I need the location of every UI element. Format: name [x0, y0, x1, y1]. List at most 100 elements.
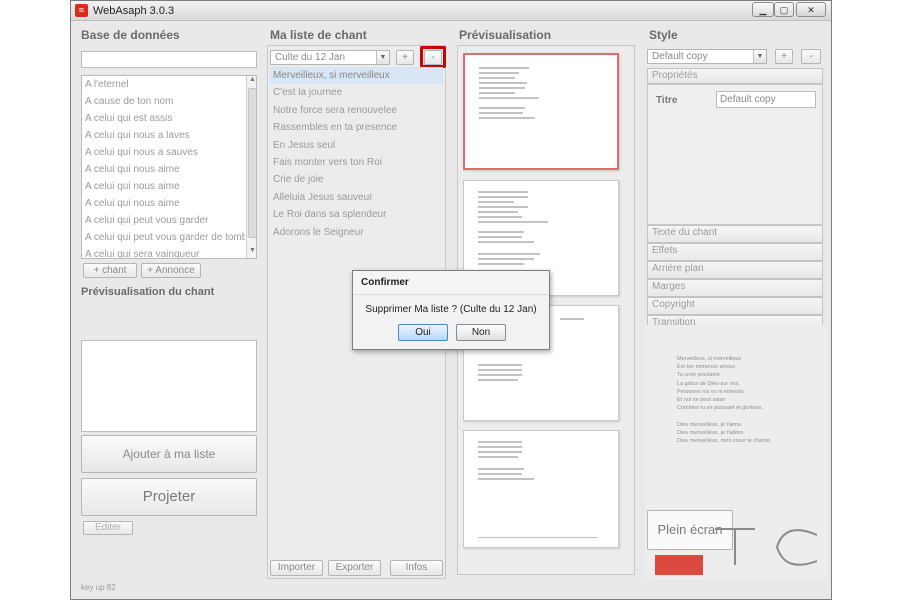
scroll-up-icon[interactable]: ▲: [248, 76, 256, 86]
add-announce-button[interactable]: + Annonce: [141, 263, 201, 278]
style-section-tab[interactable]: Effets: [647, 243, 823, 261]
style-preview-line: Merveilleux, si merveilleux: [677, 356, 742, 362]
dialog-title: Confirmer: [361, 277, 409, 288]
style-section-tab[interactable]: Copyright: [647, 297, 823, 315]
add-to-list-button[interactable]: Ajouter à ma liste: [81, 435, 257, 473]
maximize-icon: ▢: [779, 5, 789, 15]
style-preview-line: Et nul ne peut saisir: [677, 396, 726, 403]
slide-text-line: [478, 196, 528, 198]
slide-text-line: [479, 92, 515, 94]
my-list-song-item[interactable]: Rassembles en ta presence: [270, 119, 443, 136]
slide-text-line: [479, 97, 539, 99]
highlight-box: [420, 46, 446, 68]
project-button[interactable]: Projeter: [81, 478, 257, 516]
slide-text-line: [478, 241, 534, 243]
slide-text-line: [478, 468, 524, 470]
database-song-item[interactable]: A celui qui sera vainqueur: [82, 246, 245, 258]
list-select[interactable]: Culte du 12 Jan ▼: [270, 50, 390, 65]
slide-text-line: [478, 191, 528, 193]
slide-text-line: [478, 441, 522, 443]
my-list-song-item[interactable]: Adorons le Seigneur: [270, 224, 443, 241]
database-panel: A l'eternel A cause de ton nom A celui qui…: [79, 45, 260, 592]
minimize-icon: ▁: [759, 5, 767, 15]
edit-button[interactable]: Editer: [83, 521, 133, 535]
slide-text-line: [560, 318, 584, 320]
song-preview-title: Prévisualisation du chant: [81, 286, 215, 298]
chevron-down-icon: ▼: [753, 50, 766, 63]
import-button[interactable]: Importer: [270, 560, 323, 576]
title-field-label: Titre: [656, 95, 678, 106]
slide-text-line: [479, 67, 529, 69]
database-search-input[interactable]: [81, 51, 257, 68]
slide-text-line: [479, 112, 523, 114]
slide-text-line: [478, 451, 522, 453]
title-field-input[interactable]: [716, 91, 816, 108]
status-text: key up 82: [81, 583, 116, 592]
style-preview: Merveilleux, si merveilleux Est ton immen…: [645, 325, 827, 580]
scroll-down-icon[interactable]: ▼: [248, 247, 256, 257]
database-song-item[interactable]: A cause de ton nom: [82, 93, 245, 110]
add-song-button[interactable]: + chant: [83, 263, 137, 278]
style-select-value: Default copy: [652, 51, 708, 62]
style-section-tab[interactable]: Arrière plan: [647, 261, 823, 279]
slide-text-line: [479, 107, 525, 109]
style-section-tab[interactable]: Marges: [647, 279, 823, 297]
my-list-song-item[interactable]: Crie de joie: [270, 171, 443, 188]
database-song-item[interactable]: A celui qui est assis: [82, 110, 245, 127]
preview-title: Prévisualisation: [459, 28, 552, 42]
database-song-item[interactable]: A celui qui peut vous garder: [82, 212, 245, 229]
close-button[interactable]: ✕: [796, 2, 826, 17]
style-select[interactable]: Default copy ▼: [647, 49, 767, 64]
my-list-song-item[interactable]: Fais monter vers ton Roi: [270, 154, 443, 171]
my-list-song-item[interactable]: Notre force sera renouvelee: [270, 102, 443, 119]
close-icon: ✕: [807, 5, 815, 15]
slide-text-line: [478, 473, 522, 475]
my-list-song-items: Merveilleux, si merveilleux C'est la jour…: [270, 67, 443, 241]
slide-text-line: [478, 211, 518, 213]
my-list-song-item[interactable]: Merveilleux, si merveilleux: [270, 67, 443, 85]
tab-properties[interactable]: Propriétés: [647, 68, 823, 84]
yes-button[interactable]: Oui: [398, 324, 448, 341]
preview-slide-selected[interactable]: [463, 53, 619, 170]
my-list-song-item[interactable]: C'est la journee: [270, 84, 443, 101]
style-section-tab[interactable]: Texte du chant: [647, 225, 823, 243]
database-song-item[interactable]: A l'eternel: [82, 76, 245, 93]
scroll-thumb[interactable]: [248, 88, 256, 238]
no-button[interactable]: Non: [456, 324, 506, 341]
slide-text-line: [478, 369, 522, 371]
my-list-song-item[interactable]: Le Roi dans sa splendeur: [270, 206, 443, 223]
slide-text-line: [479, 82, 527, 84]
info-button[interactable]: Infos: [390, 560, 443, 576]
style-preview-line: Ta croix proclame: [677, 372, 721, 379]
my-list-song-item[interactable]: En Jesus seul: [270, 137, 443, 154]
slide-text-line: [478, 253, 540, 255]
database-song-items: A l'eternel A cause de ton nom A celui qui…: [82, 76, 245, 258]
minimize-button[interactable]: ▁: [752, 2, 774, 17]
remove-style-button[interactable]: -: [801, 49, 821, 64]
database-title: Base de données: [81, 28, 180, 42]
preview-slide[interactable]: [463, 430, 619, 548]
database-song-item[interactable]: A celui qui nous aime: [82, 161, 245, 178]
title-bar: ≈ WebAsaph 3.0.3 ▁ ▢ ✕: [71, 1, 831, 21]
slide-text-line: [478, 258, 534, 260]
my-list-song-item[interactable]: Alleluia Jesus sauveur: [270, 189, 443, 206]
export-button[interactable]: Exporter: [328, 560, 381, 576]
watermark-logo-icon: [715, 528, 818, 566]
style-preview-line: Combien tu es puissant et glorieux.: [677, 405, 763, 412]
database-song-item[interactable]: A celui qui nous aime: [82, 195, 245, 212]
add-list-button[interactable]: +: [396, 50, 414, 65]
add-style-button[interactable]: +: [775, 49, 793, 64]
database-song-item[interactable]: A celui qui nous aime: [82, 178, 245, 195]
confirm-dialog: Confirmer Supprimer Ma liste ? (Culte du…: [352, 270, 550, 350]
my-list-title: Ma liste de chant: [270, 28, 367, 42]
database-song-item[interactable]: A celui qui peut vous garder de tomber: [82, 229, 245, 246]
slide-text-line: [479, 117, 535, 119]
database-scrollbar[interactable]: ▲ ▼: [246, 76, 256, 258]
slide-text-line: [478, 374, 522, 376]
dialog-title-bar: Confirmer: [353, 271, 549, 295]
database-song-item[interactable]: A celui qui nous a laves: [82, 127, 245, 144]
database-song-item[interactable]: A celui qui nous a sauves: [82, 144, 245, 161]
style-preview-line: La grâce de Dieu sur moi.: [677, 380, 740, 387]
slide-text-line: [478, 446, 522, 448]
maximize-button[interactable]: ▢: [774, 2, 794, 17]
